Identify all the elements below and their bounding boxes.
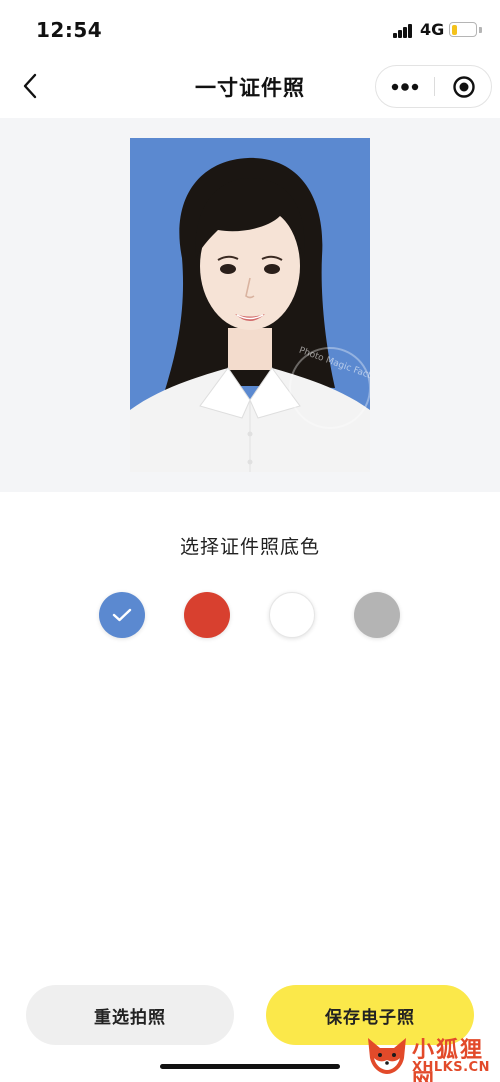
color-picker-title: 选择证件照底色 [179, 536, 320, 558]
check-icon [112, 608, 132, 622]
more-button[interactable] [376, 66, 434, 107]
photo-preview-area: Photo Magic Factory [0, 118, 500, 492]
site-watermark: 小狐狸网 XHLKS.CN [362, 1028, 500, 1082]
status-time: 12:54 [36, 18, 103, 42]
watermark-url: XHLKS.CN [412, 1060, 490, 1075]
id-photo: Photo Magic Factory [130, 138, 370, 472]
fox-logo-icon [368, 1038, 406, 1074]
network-label: 4G [420, 20, 445, 39]
battery-icon [449, 22, 477, 37]
signal-icon [393, 24, 413, 38]
status-bar: 12:54 4G [0, 0, 500, 62]
close-button[interactable] [435, 66, 492, 107]
color-swatch-white[interactable] [269, 592, 315, 638]
battery-level [451, 24, 457, 35]
home-indicator [160, 1064, 340, 1069]
battery-cap [479, 27, 482, 33]
more-icon [391, 82, 419, 91]
close-target-icon [452, 75, 475, 98]
color-swatch-blue[interactable] [99, 592, 145, 638]
nav-bar: 一寸证件照 [0, 62, 500, 117]
color-swatch-gray[interactable] [354, 592, 400, 638]
color-swatch-red[interactable] [184, 592, 230, 638]
mini-program-capsule [375, 65, 492, 108]
retake-photo-button[interactable]: 重选拍照 [26, 985, 234, 1045]
